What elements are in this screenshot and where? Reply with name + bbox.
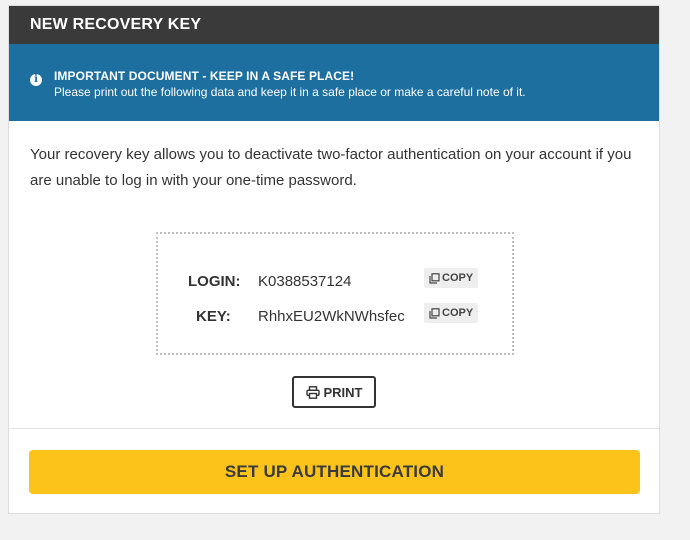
key-value[interactable]: RhhxEU2WkNWhsfec bbox=[258, 308, 405, 325]
login-label: LOGIN: bbox=[188, 273, 241, 290]
intro-text: Your recovery key allows you to deactiva… bbox=[30, 146, 632, 189]
copy-login-button[interactable]: COPY bbox=[424, 268, 479, 288]
copy-icon bbox=[429, 272, 440, 284]
credentials-box: LOGIN: K0388537124 COPY KEY: RhhxEU2WkNW… bbox=[156, 232, 514, 355]
printer-icon bbox=[305, 385, 320, 399]
panel-header: NEW RECOVERY KEY bbox=[9, 6, 659, 44]
important-alert: i IMPORTANT DOCUMENT - KEEP IN A SAFE PL… bbox=[9, 44, 659, 121]
copy-key-button[interactable]: COPY bbox=[424, 303, 479, 323]
setup-authentication-button[interactable]: SET UP AUTHENTICATION bbox=[29, 450, 640, 494]
key-label: KEY: bbox=[196, 308, 231, 325]
info-icon: i bbox=[30, 74, 42, 86]
setup-authentication-label: SET UP AUTHENTICATION bbox=[224, 462, 445, 481]
print-label: PRINT bbox=[323, 384, 363, 400]
login-value[interactable]: K0388537124 bbox=[258, 273, 351, 290]
panel-title: NEW RECOVERY KEY bbox=[30, 16, 202, 33]
alert-title: IMPORTANT DOCUMENT - KEEP IN A SAFE PLAC… bbox=[54, 69, 355, 83]
copy-login-label: COPY bbox=[442, 272, 474, 284]
divider bbox=[9, 428, 659, 429]
copy-icon bbox=[429, 307, 440, 319]
print-button[interactable]: PRINT bbox=[292, 376, 376, 408]
copy-key-label: COPY bbox=[442, 307, 474, 319]
alert-text: Please print out the following data and … bbox=[54, 85, 526, 99]
recovery-key-panel: NEW RECOVERY KEY i IMPORTANT DOCUMENT - … bbox=[8, 5, 660, 514]
